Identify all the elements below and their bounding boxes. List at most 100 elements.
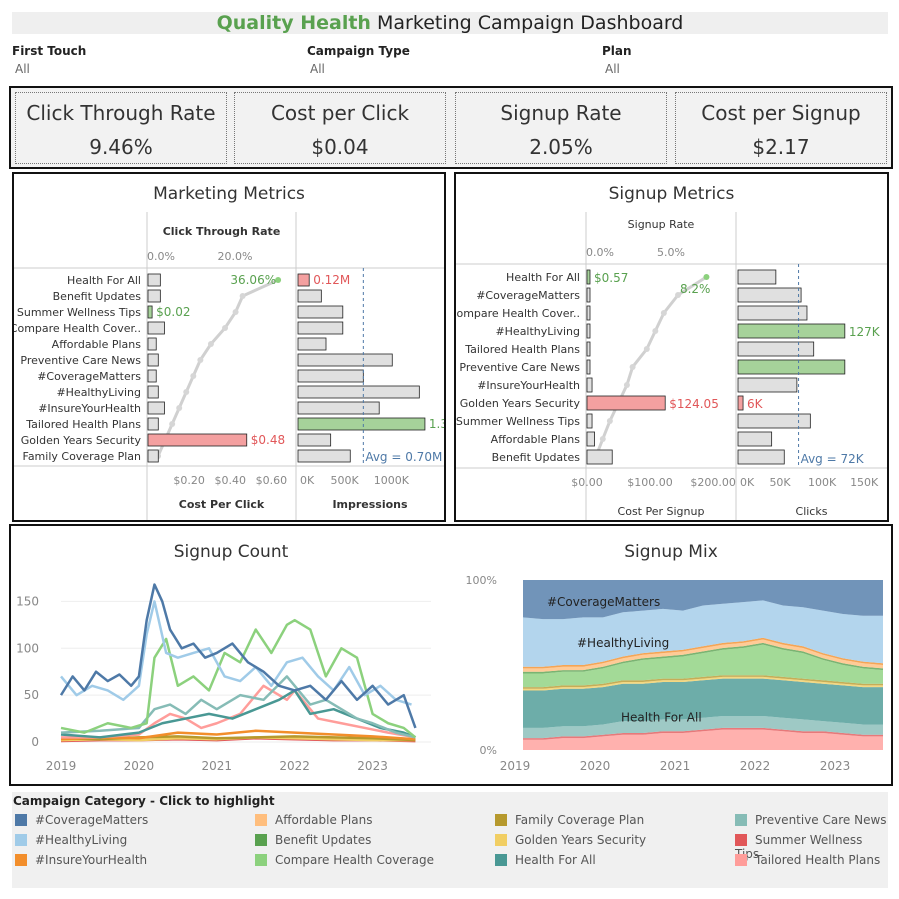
x-tick-label: 2023 [820,759,851,773]
rate-point [239,293,246,299]
cost-tick-label: $100.00 [627,476,673,489]
legend-swatch [735,814,747,826]
legend-item[interactable]: Summer Wellness Tips [735,833,888,861]
legend-item[interactable]: #CoverageMatters [15,813,148,827]
filter-label: First Touch [12,44,87,58]
filter-plan[interactable]: Plan All [602,44,852,76]
x-tick-label: 2019 [46,759,77,773]
cost-max-label: $124.05 [669,397,719,411]
volume-bar [297,273,310,287]
legend-item[interactable]: #HealthyLiving [15,833,127,847]
legend-item[interactable]: Tailored Health Plans [735,853,880,867]
legend-swatch [15,854,27,866]
filter-label: Plan [602,44,632,58]
cost-bar [586,323,591,339]
cost-tick-label: $0.20 [173,474,205,487]
category-label: #InsureYourHealth [38,402,141,415]
cost-bar [586,377,593,393]
cost-bar [147,273,161,287]
category-label: Family Coverage Plan [23,450,142,463]
category-label: Compare Health Cover.. [14,322,141,335]
x-tick-label: 2019 [500,759,531,773]
rate-max-label: 8.2% [680,282,711,296]
rate-point [207,341,214,347]
legend-item[interactable]: #InsureYourHealth [15,853,147,867]
signup-mix-chart: 100% 0%2019 2020 2021 2022 2023 #CoverageMatte… [466,574,883,773]
marketing-metrics-panel: Marketing Metrics Click Through Rate 0.0%… [12,172,446,522]
category-label: Health For All [67,274,141,287]
legend-swatch [735,854,747,866]
legend-item[interactable]: Compare Health Coverage [255,853,434,867]
category-label: Health For All [506,271,580,284]
kpi-click-through-rate[interactable]: Click Through Rate 9.46% [15,92,227,164]
kpi-cost-per-signup[interactable]: Cost per Signup $2.17 [675,92,887,164]
category-label: #CoverageMatters [37,370,141,383]
rate-point [232,309,239,315]
kpi-label: Cost per Click [270,101,410,125]
legend-item[interactable]: Preventive Care News [735,813,887,827]
cost-tick-label: $0.60 [256,474,288,487]
filter-value[interactable]: All [15,62,262,76]
y-tick-label: 100 [16,641,39,655]
cost-bar [147,401,165,415]
legend-label: Preventive Care News [755,813,887,827]
cost-bar [147,305,153,319]
legend-item[interactable]: Benefit Updates [255,833,371,847]
legend-item[interactable]: Health For All [495,853,596,867]
legend-item[interactable]: Golden Years Security [495,833,646,847]
area-annotation: #CoverageMatters [547,595,660,609]
legend-title: Campaign Category - Click to highlight [13,794,275,808]
volume-bar [737,323,846,339]
legend-swatch [15,834,27,846]
filter-first-touch[interactable]: First Touch All [12,44,262,76]
legend-label: Tailored Health Plans [755,853,881,867]
cost-bar [147,289,161,303]
filter-value[interactable]: All [310,62,557,76]
kpi-value: 2.05% [529,135,593,159]
volume-bar [297,417,426,431]
rate-point [629,364,636,370]
rate-point [169,421,176,427]
volume-bar [297,305,344,319]
rate-point [197,357,204,363]
rate-title: Click Through Rate [163,225,281,238]
volume-min-label: 6K [747,397,764,411]
category-label: #CoverageMatters [476,289,580,302]
volume-axis-title: Clicks [796,505,828,518]
category-label: Compare Health Cover.. [456,307,580,320]
y-tick-label: 100% [466,574,497,587]
legend-swatch [495,834,507,846]
filter-campaign-type[interactable]: Campaign Type All [307,44,557,76]
legend-item[interactable]: Family Coverage Plan [495,813,644,827]
legend-swatch [495,814,507,826]
y-tick-label: 0% [480,744,497,757]
signup-count-chart: 0 50 100 150 2019 2020 2021 2022 2023 [16,583,431,773]
rate-tick-label: 0.0% [586,246,614,259]
x-tick-label: 2022 [279,759,310,773]
category-label: Golden Years Security [460,397,581,410]
kpi-cost-per-click[interactable]: Cost per Click $0.04 [234,92,446,164]
kpi-signup-rate[interactable]: Signup Rate 2.05% [455,92,667,164]
volume-bar [297,353,393,367]
volume-bar [737,377,798,393]
cost-min-label: $0.02 [156,305,190,319]
volume-tick-label: 0K [740,476,755,489]
cost-tick-label: $200.00 [690,476,736,489]
rate-point [183,389,190,395]
cost-axis-title: Cost Per Signup [618,505,705,518]
volume-tick-label: 1000K [374,474,410,487]
x-tick-label: 2021 [202,759,233,773]
legend-label: #InsureYourHealth [35,853,148,867]
rate-point [599,436,606,442]
kpi-label: Click Through Rate [26,101,216,125]
filter-value[interactable]: All [605,62,852,76]
legend-item[interactable]: Affordable Plans [255,813,372,827]
cost-bar [586,413,593,429]
cost-tick-label: $0.40 [215,474,247,487]
area-annotation: #HealthyLiving [577,636,669,650]
volume-bar [737,395,744,411]
cost-bar [586,449,613,465]
filter-label: Campaign Type [307,44,410,58]
rate-point [643,346,650,352]
volume-bar [737,305,808,321]
